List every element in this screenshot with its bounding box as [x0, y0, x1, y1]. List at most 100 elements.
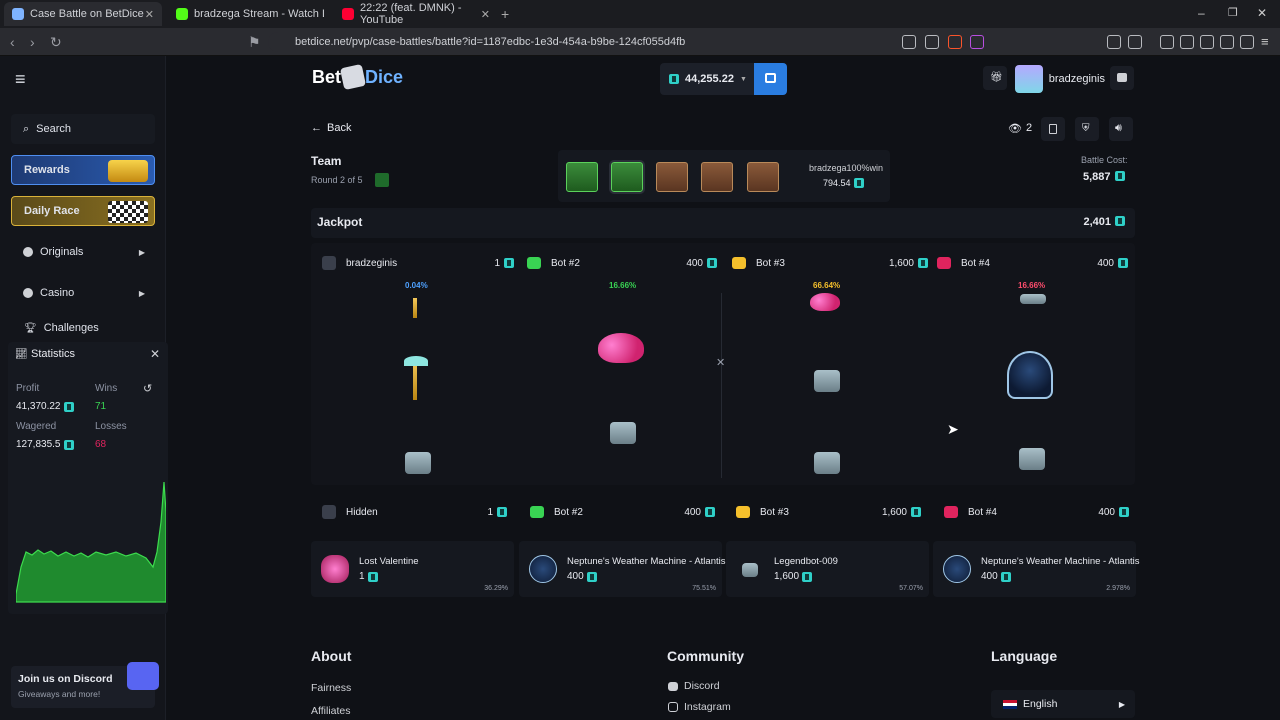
casino-chip-icon [23, 288, 33, 298]
close-icon[interactable]: ✕ [481, 8, 490, 21]
language-select[interactable]: English ▶ [991, 690, 1135, 718]
back-button[interactable]: ← Back [311, 122, 351, 134]
profit-chart [16, 482, 166, 603]
search-button[interactable]: ⌕ Search [11, 114, 155, 144]
wallet-extension-icon[interactable] [1128, 35, 1142, 49]
chat-icon [1117, 73, 1127, 82]
daily-race-label: Daily Race [24, 205, 80, 217]
chevron-right-icon: ▶ [1118, 699, 1125, 709]
footer-link-affiliates[interactable]: Affiliates [311, 705, 351, 717]
wagered-label: Wagered [16, 421, 57, 432]
rewards-extension-icon[interactable] [970, 35, 984, 49]
logo-dice-text: Dice [365, 66, 404, 87]
valentine-heart-icon [321, 555, 349, 583]
versus-icon: ✕ [716, 357, 726, 369]
valentine-heart-item [598, 333, 644, 363]
share-icon[interactable] [925, 35, 939, 49]
jackpot-value: 2,401 [1083, 216, 1125, 228]
minimize-icon[interactable]: – [1198, 6, 1205, 20]
case-sequence: bradzega100%win 794.54 [558, 150, 890, 202]
drop-card[interactable]: Neptune's Weather Machine - Atlantis 400… [519, 541, 725, 597]
win-chance: 0.04% [405, 281, 428, 290]
fairness-button[interactable]: ⛨ [1075, 117, 1099, 141]
reset-icon[interactable]: ↺ [143, 382, 152, 395]
close-icon[interactable]: ✕ [145, 8, 154, 21]
sidebar-item-casino[interactable]: Casino ▶ [11, 278, 155, 308]
reload-icon[interactable]: ↻ [50, 34, 62, 51]
maximize-icon[interactable]: ❐ [1228, 6, 1238, 19]
player-header: Bot #2 400 [527, 254, 717, 272]
footer-community-heading: Community [667, 648, 744, 664]
brave-shield-icon[interactable] [948, 35, 962, 49]
gift-button[interactable]: 🎁︎ [983, 66, 1007, 90]
pickaxe-item [413, 298, 417, 318]
vpn-icon[interactable] [1240, 35, 1254, 49]
chat-button[interactable] [1110, 66, 1134, 90]
player-value: 1 [494, 257, 514, 269]
sidebar-toggle-icon[interactable] [1180, 35, 1194, 49]
coin-icon [497, 506, 507, 517]
betdice-logo[interactable]: Bet Dice [312, 63, 404, 91]
hamburger-menu-icon[interactable]: ≡ [15, 69, 26, 90]
puzzle-icon[interactable] [1220, 35, 1234, 49]
forward-nav-icon[interactable]: › [30, 34, 35, 50]
music-icon[interactable] [1160, 35, 1174, 49]
wallet-icon[interactable] [1200, 35, 1214, 49]
extensions-icon[interactable] [1107, 35, 1121, 49]
sidebar-item-originals[interactable]: Originals ▶ [11, 237, 155, 267]
sidebar-item-daily-race[interactable]: Daily Race [11, 196, 155, 226]
viewer-count: 👁︎ 2 [1008, 122, 1032, 135]
sidebar-item-rewards[interactable]: Rewards [11, 155, 155, 185]
tab-kick[interactable]: bradzega Stream - Watch Live on Ki [168, 2, 332, 26]
trophy-icon: 🏆︎ [24, 322, 37, 334]
screen-icon[interactable] [902, 35, 916, 49]
wallet-button[interactable] [754, 63, 787, 95]
balance-display[interactable]: 44,255.22 ▼ [660, 63, 755, 95]
viewer-value: 2 [1025, 122, 1033, 134]
footer-link-discord[interactable]: Discord [668, 680, 720, 692]
footer-about-heading: About [311, 648, 352, 664]
checkered-flag-icon [108, 201, 148, 223]
result-header: Bot #3 1,600 [736, 500, 921, 524]
sound-button[interactable]: 🔊︎ [1109, 117, 1133, 141]
coin-icon [911, 506, 921, 517]
losses-value: 68 [95, 439, 107, 450]
close-icon[interactable]: ✕ [150, 347, 160, 361]
discord-icon [668, 682, 678, 691]
new-tab-icon[interactable]: + [501, 6, 509, 22]
url-field[interactable]: betdice.net/pvp/case-battles/battle?id=1… [268, 32, 988, 52]
player-name: Bot #4 [961, 257, 990, 269]
drop-name: Lost Valentine [359, 556, 419, 567]
back-nav-icon[interactable]: ‹ [10, 34, 15, 50]
leader-name: bradzega100%win [809, 163, 884, 173]
originals-label: Originals [40, 246, 84, 258]
footer-link-instagram[interactable]: Instagram [668, 701, 731, 713]
discord-promo[interactable]: Join us on Discord Giveaways and more! [11, 662, 159, 708]
drop-card[interactable]: Neptune's Weather Machine - Atlantis 400… [933, 541, 1139, 597]
menu-icon[interactable]: ≡ [1261, 34, 1269, 49]
user-profile[interactable]: bradzeginis [1015, 63, 1105, 95]
copy-button[interactable] [1041, 117, 1065, 141]
valentine-heart-item [810, 293, 840, 311]
avatar [1015, 65, 1043, 93]
footer-language-heading: Language [991, 648, 1058, 664]
footer-link-fairness[interactable]: Fairness [311, 682, 351, 694]
result-header: Bot #2 400 [530, 500, 715, 524]
drop-chance: 75.51% [692, 585, 716, 592]
tab-youtube[interactable]: 22:22 (feat. DMNK) - YouTube ✕ [334, 2, 498, 26]
result-header: Bot #4 400 [944, 500, 1129, 524]
statistics-panel: 📈︎ Statistics ✕ Profit 41,370.22 Wins 71… [8, 342, 168, 614]
rock-item [1019, 448, 1045, 470]
coin-icon [63, 439, 74, 450]
window-close-icon[interactable]: ✕ [1257, 6, 1267, 20]
coin-icon [63, 401, 74, 412]
tab-betdice[interactable]: Case Battle on BetDice ✕ [4, 2, 162, 26]
sidebar-item-challenges[interactable]: 🏆︎ Challenges [11, 319, 155, 337]
drop-card[interactable]: Lost Valentine 1 36.29% [311, 541, 514, 597]
tab-title: 22:22 (feat. DMNK) - YouTube [360, 2, 462, 26]
speaker-icon: 🔊︎ [1115, 122, 1122, 134]
jackpot-label: Jackpot [317, 215, 363, 229]
gamepad-icon [23, 247, 33, 257]
drop-card[interactable]: Legendbot-009 1,600 57.07% [726, 541, 929, 597]
bookmark-icon[interactable]: ⚑ [248, 34, 261, 51]
